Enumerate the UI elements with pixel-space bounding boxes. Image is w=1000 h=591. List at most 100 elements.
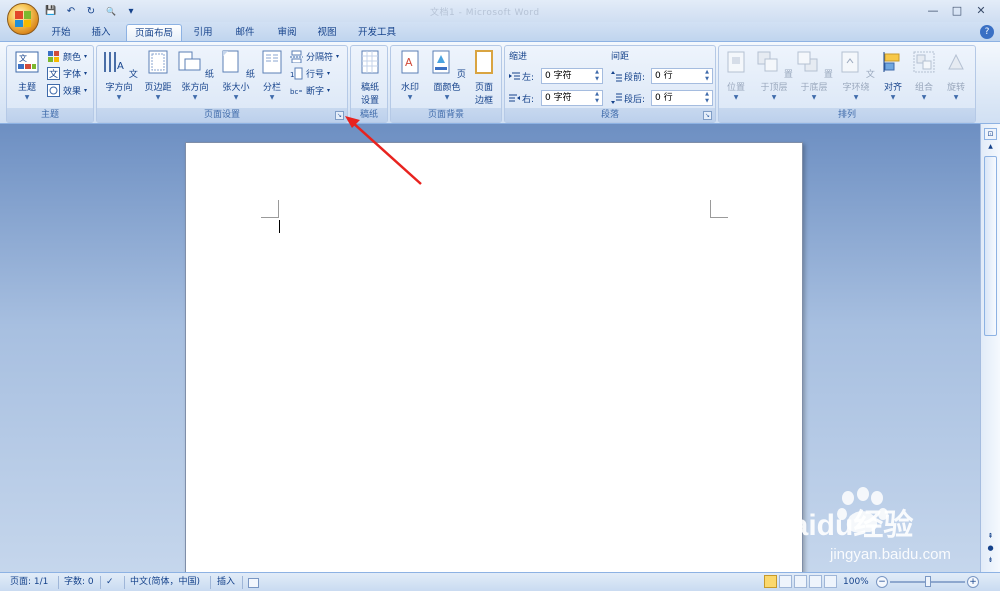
print-preview-icon[interactable]: 🔍 bbox=[104, 4, 118, 18]
paragraph-dialog-launcher[interactable]: ↘ bbox=[703, 111, 712, 120]
divider bbox=[210, 576, 211, 589]
spacing-after-value: 0 行 bbox=[655, 93, 673, 103]
tab-review[interactable]: 审阅 bbox=[272, 24, 302, 42]
help-icon[interactable]: ? bbox=[980, 25, 994, 39]
group-arrange: 位置 ▼ 置于顶层 ▼ 置于底层 ▼ 文字环绕 ▼ 对齐 ▼ 组合 ▼ 旋转 ▼… bbox=[718, 45, 976, 123]
zoom-out-icon[interactable]: − bbox=[876, 576, 888, 588]
undo-icon[interactable]: ↶ bbox=[64, 4, 78, 18]
group-button[interactable]: 组合 ▼ bbox=[909, 49, 939, 101]
tab-developer[interactable]: 开发工具 bbox=[352, 24, 402, 42]
hyphenation-icon: bc bbox=[290, 88, 302, 96]
page-size-icon bbox=[222, 50, 239, 73]
maximize-button[interactable]: □ bbox=[946, 2, 968, 18]
page-color-button[interactable]: 页面颜色 ▼ bbox=[427, 49, 467, 101]
proofing-check-icon[interactable]: ✓ bbox=[106, 576, 114, 589]
fonts-button[interactable]: 文 字体 ▾ bbox=[47, 66, 87, 81]
spacing-before-input[interactable]: 0 行 ▲ ▼ bbox=[651, 68, 713, 84]
watermark-button[interactable]: A 水印 ▼ bbox=[395, 49, 425, 101]
manuscript-settings-button[interactable]: 稿纸 设置 bbox=[353, 49, 387, 106]
columns-label: 分栏 bbox=[262, 83, 281, 93]
chevron-down-icon: ▼ bbox=[853, 94, 859, 101]
full-screen-reading-view-icon[interactable] bbox=[779, 575, 792, 588]
divider bbox=[242, 576, 243, 589]
spacing-after-input[interactable]: 0 行 ▲ ▼ bbox=[651, 90, 713, 106]
svg-text:文: 文 bbox=[49, 68, 58, 80]
tab-page-layout[interactable]: 页面布局 bbox=[126, 24, 182, 42]
line-numbers-button[interactable]: 1 行号 ▾ bbox=[290, 66, 330, 81]
word-count[interactable]: 字数: 0 bbox=[64, 576, 94, 589]
svg-text:A: A bbox=[405, 56, 413, 69]
text-direction-button[interactable]: A 文字方向 ▼ bbox=[99, 49, 139, 101]
colors-button[interactable]: 颜色 ▾ bbox=[47, 49, 87, 64]
office-logo-icon bbox=[15, 11, 31, 27]
office-button[interactable] bbox=[7, 3, 39, 35]
spin-arrows-icon[interactable]: ▲ ▼ bbox=[703, 91, 711, 105]
orientation-button[interactable]: 纸张方向 ▼ bbox=[175, 49, 215, 101]
document-page[interactable] bbox=[185, 142, 803, 582]
close-button[interactable]: ✕ bbox=[970, 2, 992, 18]
zoom-in-icon[interactable]: + bbox=[967, 576, 979, 588]
spin-arrows-icon[interactable]: ▲ ▼ bbox=[593, 69, 601, 83]
divider bbox=[58, 576, 59, 589]
scroll-thumb[interactable] bbox=[984, 156, 997, 336]
page-count[interactable]: 页面: 1/1 bbox=[10, 576, 48, 589]
save-icon[interactable]: 💾 bbox=[44, 4, 58, 18]
indent-header: 缩进 bbox=[509, 52, 528, 62]
send-to-back-button[interactable]: 置于底层 ▼ bbox=[795, 49, 833, 101]
outline-view-icon[interactable] bbox=[809, 575, 822, 588]
indent-right-icon bbox=[509, 94, 520, 102]
insert-mode[interactable]: 插入 bbox=[217, 576, 235, 589]
theme-button[interactable]: 文 主题 ▼ bbox=[11, 49, 43, 101]
chevron-down-icon: ▼ bbox=[407, 94, 413, 101]
tab-view[interactable]: 视图 bbox=[312, 24, 342, 42]
web-layout-view-icon[interactable] bbox=[794, 575, 807, 588]
page-borders-button[interactable]: 页面 边框 bbox=[469, 49, 499, 106]
breaks-button[interactable]: 分隔符 ▾ bbox=[290, 49, 339, 64]
repeat-icon[interactable]: ↻ bbox=[84, 4, 98, 18]
svg-text:文: 文 bbox=[19, 53, 27, 63]
scroll-up-icon[interactable]: ▲ bbox=[984, 143, 997, 155]
size-button[interactable]: 纸张大小 ▼ bbox=[215, 49, 257, 101]
effects-button[interactable]: 效果 ▾ bbox=[47, 83, 87, 98]
select-browse-object-icon[interactable]: ● bbox=[984, 544, 997, 555]
tab-references[interactable]: 引用 bbox=[188, 24, 218, 42]
page-borders-icon bbox=[475, 50, 493, 74]
align-button[interactable]: 对齐 ▼ bbox=[879, 49, 907, 101]
indent-right-input[interactable]: 0 字符 ▲ ▼ bbox=[541, 90, 603, 106]
spacing-after-label: 段后: bbox=[611, 92, 645, 105]
chevron-down-icon: ▼ bbox=[24, 94, 30, 101]
customize-qat-icon[interactable]: ▾ bbox=[124, 4, 138, 18]
ruler-toggle-icon[interactable]: ⊡ bbox=[984, 128, 997, 140]
spacing-before-label: 段前: bbox=[611, 70, 645, 83]
zoom-level[interactable]: 100% bbox=[843, 576, 869, 589]
zoom-slider-thumb[interactable] bbox=[925, 576, 931, 587]
minimize-button[interactable]: — bbox=[922, 2, 944, 18]
macro-record-icon[interactable] bbox=[248, 578, 259, 588]
view-buttons bbox=[764, 575, 837, 588]
spin-arrows-icon[interactable]: ▲ ▼ bbox=[703, 69, 711, 83]
indent-left-input[interactable]: 0 字符 ▲ ▼ bbox=[541, 68, 603, 84]
group-label-arrange: 排列 bbox=[719, 108, 975, 122]
previous-page-icon[interactable]: ⇞ bbox=[984, 532, 997, 543]
effects-icon bbox=[47, 84, 60, 97]
bring-to-front-button[interactable]: 置于顶层 ▼ bbox=[755, 49, 793, 101]
tab-insert[interactable]: 插入 bbox=[86, 24, 116, 42]
columns-button[interactable]: 分栏 ▼ bbox=[257, 49, 287, 101]
breaks-icon bbox=[290, 50, 303, 63]
group-page-background: A 水印 ▼ 页面颜色 ▼ 页面 边框 页面背景 bbox=[390, 45, 502, 123]
tab-home[interactable]: 开始 bbox=[46, 24, 76, 42]
hyphenation-button[interactable]: bc 断字 ▾ bbox=[290, 83, 330, 98]
spin-arrows-icon[interactable]: ▲ ▼ bbox=[593, 91, 601, 105]
draft-view-icon[interactable] bbox=[824, 575, 837, 588]
tab-mailings[interactable]: 邮件 bbox=[230, 24, 260, 42]
print-layout-view-icon[interactable] bbox=[764, 575, 777, 588]
language-status[interactable]: 中文(简体，中国) bbox=[130, 576, 200, 589]
page-setup-dialog-launcher[interactable]: ↘ bbox=[335, 111, 344, 120]
text-wrapping-button[interactable]: 文字环绕 ▼ bbox=[835, 49, 877, 101]
next-page-icon[interactable]: ⇟ bbox=[984, 556, 997, 567]
chevron-down-icon: ▼ bbox=[771, 94, 777, 101]
vertical-scrollbar[interactable]: ⊡ ▲ ⇞ ● ⇟ bbox=[980, 124, 1000, 572]
position-button[interactable]: 位置 ▼ bbox=[721, 49, 751, 101]
rotate-button[interactable]: 旋转 ▼ bbox=[941, 49, 971, 101]
margins-button[interactable]: 页边距 ▼ bbox=[141, 49, 175, 101]
